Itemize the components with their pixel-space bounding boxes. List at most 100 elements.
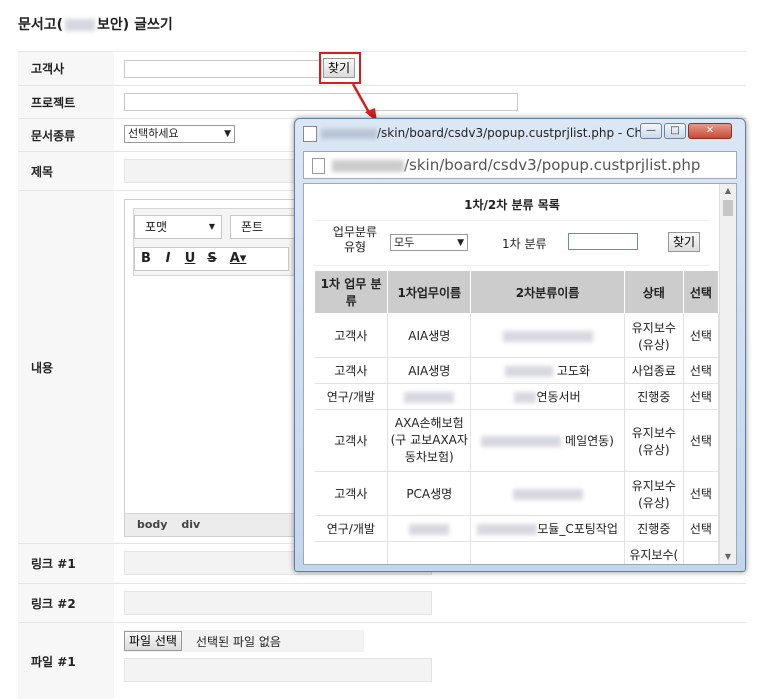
underline-icon[interactable]: U xyxy=(179,248,201,270)
chevron-down-icon: ▼ xyxy=(224,129,231,139)
select-link[interactable]: 선택 xyxy=(683,515,720,542)
scroll-up-icon[interactable]: ▲ xyxy=(720,184,736,198)
close-button[interactable]: ✕ xyxy=(688,123,732,139)
col-header: 1차 업무 분류 xyxy=(313,270,389,314)
popup-content: 1차/2차 분류 목록 업무분류 유형 모두 ▼ 1차 분류 찾기 1차 업무 분… xyxy=(303,183,737,565)
col-header: 상태 xyxy=(623,270,684,314)
bold-icon[interactable]: B xyxy=(135,248,157,270)
file1-row: 파일 #1 파일 선택 선택된 파일 없음 xyxy=(18,622,746,699)
table-row: 고객사 AIA생명 고도화 사업종료 선택 xyxy=(314,357,720,384)
select-link[interactable]: 선택 xyxy=(683,409,720,472)
strikethrough-icon[interactable]: S xyxy=(201,248,223,270)
vertical-scrollbar[interactable]: ▲ ▼ xyxy=(719,184,736,564)
cell-category: 고객사 xyxy=(314,313,389,358)
link2-label: 링크 #2 xyxy=(18,584,114,622)
link2-row: 링크 #2 xyxy=(18,583,746,622)
redacted-text xyxy=(481,436,562,447)
select-link[interactable]: 선택 xyxy=(683,313,720,358)
customer-input[interactable] xyxy=(124,60,322,78)
type-label: 업무분류 유형 xyxy=(332,225,378,254)
popup-heading: 1차/2차 분류 목록 xyxy=(464,198,560,212)
redacted-text xyxy=(404,391,455,403)
select-link[interactable]: 선택 xyxy=(683,383,720,410)
format-dropdown[interactable]: 포맷 ▼ xyxy=(134,215,222,239)
table-row: 고객사 AXA손해보험(구 교보AXA자동차보험) 메일연동) 유지보수(유상)… xyxy=(314,409,720,472)
cell-sub: 고도화 xyxy=(470,357,625,384)
table-row: 유지보수( xyxy=(314,541,720,564)
redacted-host xyxy=(332,159,404,172)
cell-name: AXA손해보험(구 교보AXA자동차보험) xyxy=(387,409,472,472)
cell-category: 고객사 xyxy=(314,357,389,384)
project-label: 프로젝트 xyxy=(18,86,114,118)
scroll-thumb[interactable] xyxy=(723,200,733,216)
col-header: 2차분류이름 xyxy=(470,270,625,314)
link2-input[interactable] xyxy=(124,591,432,615)
page-title: 문서고(보안) 글쓰기 xyxy=(18,17,173,33)
redacted-host xyxy=(321,128,377,139)
cell-category xyxy=(314,541,389,564)
cell-status: 유지보수(유상) xyxy=(624,471,684,516)
scroll-down-icon[interactable]: ▼ xyxy=(720,550,736,564)
cell-status: 진행중 xyxy=(624,383,684,410)
redacted-text xyxy=(502,330,593,342)
link1-label: 링크 #1 xyxy=(18,544,114,583)
file-input-wrap: 파일 선택 선택된 파일 없음 xyxy=(124,630,364,652)
cell-name: AIA생명 xyxy=(387,357,472,384)
redacted-text xyxy=(505,366,554,377)
redacted-text xyxy=(477,524,538,535)
minimize-button[interactable]: — xyxy=(640,123,662,139)
cell-sub xyxy=(470,313,625,358)
project-input[interactable] xyxy=(124,93,518,111)
col-header: 1차업무이름 xyxy=(387,270,472,314)
cell-name: AIA생명 xyxy=(387,313,472,358)
table-row: 연구/개발 모듈_C포팅작업 진행중 선택 xyxy=(314,515,720,542)
result-table: 1차 업무 분류 1차업무이름 2차분류이름 상태 선택 고객사 AIA생명 유… xyxy=(313,270,720,564)
page-icon xyxy=(312,158,325,174)
font-color-icon[interactable]: A▾ xyxy=(223,248,253,270)
cell-sub: 연동서버 xyxy=(470,383,625,410)
col-header: 선택 xyxy=(682,270,720,314)
chevron-down-icon: ▼ xyxy=(457,238,464,248)
popup-find-button[interactable]: 찾기 xyxy=(668,232,701,252)
maximize-button[interactable]: □ xyxy=(664,123,686,139)
file-choose-button[interactable]: 파일 선택 xyxy=(124,631,182,651)
file1-desc-input[interactable] xyxy=(124,658,432,682)
file-status: 선택된 파일 없음 xyxy=(196,635,281,649)
cell-name xyxy=(387,515,472,542)
cell-name xyxy=(387,383,472,410)
primary-label: 1차 분류 xyxy=(502,237,547,251)
table-row: 고객사 PCA생명 유지보수(유상) 선택 xyxy=(314,471,720,516)
path-div[interactable]: div xyxy=(181,518,200,531)
subject-label: 제목 xyxy=(18,152,114,190)
cell-status: 진행중 xyxy=(624,515,684,542)
select-link[interactable]: 선택 xyxy=(683,471,720,516)
italic-icon[interactable]: I xyxy=(157,248,179,270)
cell-category: 고객사 xyxy=(314,471,389,516)
doctype-select[interactable]: 선택하세요 ▼ xyxy=(124,125,235,143)
cell-sub: 모듈_C포팅작업 xyxy=(470,515,625,542)
cell-category: 연구/개발 xyxy=(314,383,389,410)
popup-url-bar[interactable]: /skin/board/csdv3/popup.custprjlist.php xyxy=(303,151,737,179)
chevron-down-icon: ▼ xyxy=(208,222,215,231)
primary-input[interactable] xyxy=(568,233,638,250)
customer-label: 고객사 xyxy=(18,52,114,85)
page-icon xyxy=(303,126,317,142)
cell-sub xyxy=(470,541,625,564)
cell-name xyxy=(387,541,472,564)
select-link[interactable] xyxy=(683,541,720,564)
table-row: 연구/개발 연동서버 진행중 선택 xyxy=(314,383,720,410)
path-body[interactable]: body xyxy=(137,518,167,531)
select-link[interactable]: 선택 xyxy=(683,357,720,384)
redacted-text xyxy=(512,488,583,500)
cell-sub: 메일연동) xyxy=(470,409,625,472)
highlight-box xyxy=(319,52,361,84)
customer-row: 고객사 찾기 xyxy=(18,51,746,85)
cell-status: 유지보수(유상) xyxy=(624,313,684,358)
cell-status: 유지보수( xyxy=(624,541,684,564)
type-select[interactable]: 모두 ▼ xyxy=(390,234,468,251)
font-dropdown[interactable]: 폰트 xyxy=(230,215,300,239)
cell-category: 연구/개발 xyxy=(314,515,389,542)
redacted-text xyxy=(514,392,537,403)
popup-search-bar: 업무분류 유형 모두 ▼ 1차 분류 찾기 xyxy=(314,220,710,266)
popup-window[interactable]: /skin/board/csdv3/popup.custprjlist.php … xyxy=(294,118,746,572)
